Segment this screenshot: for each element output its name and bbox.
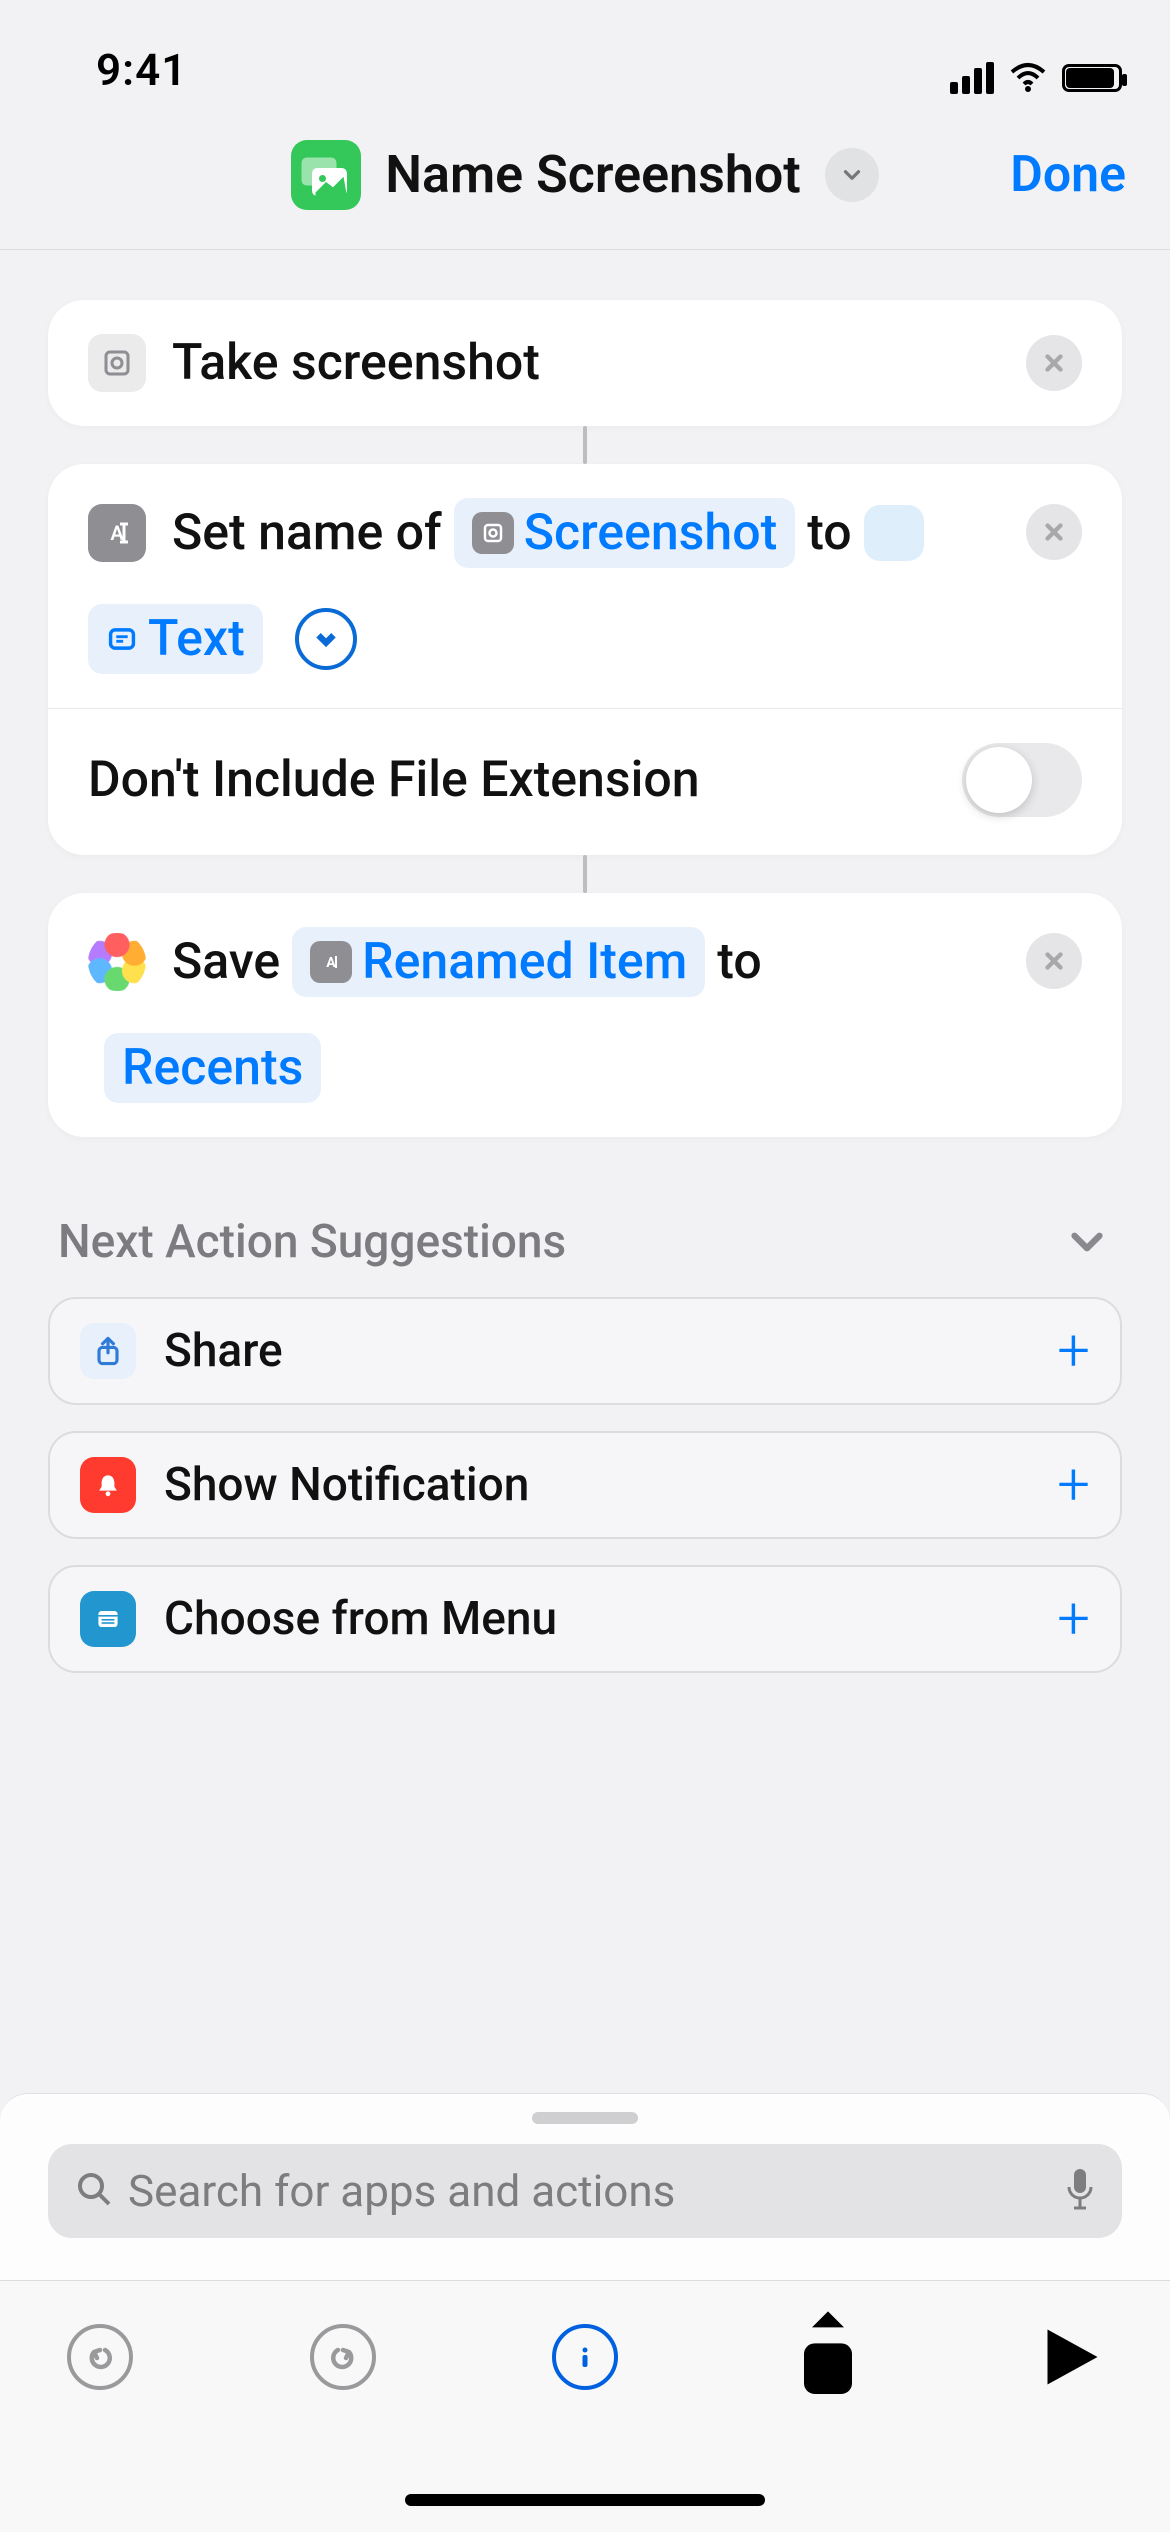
suggestion-label: Share bbox=[164, 1324, 283, 1378]
suggestions-header[interactable]: Next Action Suggestions bbox=[58, 1215, 1112, 1269]
rename-icon: A bbox=[310, 941, 352, 983]
status-bar: 9:41 bbox=[0, 0, 1170, 100]
text-variable-token[interactable]: Text bbox=[88, 604, 263, 674]
action-2-mid: to bbox=[807, 504, 851, 562]
token-2-text: Recents bbox=[122, 1039, 303, 1097]
search-field[interactable]: Search for apps and actions bbox=[48, 2144, 1122, 2238]
home-indicator[interactable] bbox=[405, 2494, 765, 2506]
action-3-mid: to bbox=[717, 933, 761, 991]
token-2-text: Text bbox=[148, 610, 245, 668]
screenshot-icon bbox=[472, 512, 514, 554]
album-token[interactable]: Recents bbox=[104, 1033, 321, 1103]
delete-action-button[interactable] bbox=[1026, 933, 1082, 989]
add-suggestion-button[interactable]: + bbox=[1057, 1605, 1090, 1634]
drag-handle[interactable] bbox=[532, 2112, 638, 2124]
suggestion-show-notification[interactable]: Show Notification + bbox=[48, 1431, 1122, 1539]
action-1-label: Take screenshot bbox=[172, 334, 540, 392]
cellular-icon bbox=[950, 62, 994, 94]
action-2-prefix: Set name of bbox=[172, 504, 442, 562]
token-1-text: Renamed Item bbox=[362, 933, 687, 991]
redo-button[interactable] bbox=[303, 2317, 383, 2397]
suggestion-share[interactable]: Share + bbox=[48, 1297, 1122, 1405]
add-suggestion-button[interactable]: + bbox=[1057, 1337, 1090, 1366]
status-icons bbox=[950, 56, 1122, 100]
photos-app-icon bbox=[88, 933, 146, 991]
search-placeholder: Search for apps and actions bbox=[128, 2165, 1050, 2217]
add-suggestion-button[interactable]: + bbox=[1057, 1471, 1090, 1500]
suggestion-label: Show Notification bbox=[164, 1458, 529, 1512]
rename-icon: A bbox=[88, 504, 146, 562]
share-button[interactable] bbox=[788, 2317, 868, 2397]
option-file-extension: Don't Include File Extension bbox=[48, 709, 1122, 855]
info-button[interactable] bbox=[545, 2317, 625, 2397]
name-value-field[interactable] bbox=[864, 505, 924, 561]
token-1-text: Screenshot bbox=[524, 504, 778, 562]
expand-options-button[interactable] bbox=[295, 608, 357, 670]
action-set-name[interactable]: A Set name of Screenshot to Text bbox=[48, 464, 1122, 855]
bell-icon bbox=[80, 1457, 136, 1513]
search-panel[interactable]: Search for apps and actions bbox=[0, 2093, 1170, 2280]
connector-line bbox=[583, 855, 587, 893]
suggestions-title: Next Action Suggestions bbox=[58, 1215, 566, 1269]
connector-line bbox=[583, 426, 587, 464]
action-save-to-photos[interactable]: Save A Renamed Item to Recents bbox=[48, 893, 1122, 1137]
header-title-group[interactable]: Name Screenshot bbox=[291, 140, 879, 210]
shortcut-title: Name Screenshot bbox=[385, 144, 801, 205]
action-3-prefix: Save bbox=[172, 933, 280, 991]
clock: 9:41 bbox=[96, 44, 187, 96]
action-take-screenshot[interactable]: Take screenshot bbox=[48, 300, 1122, 426]
input-variable-token[interactable]: Screenshot bbox=[454, 498, 796, 568]
suggestion-label: Choose from Menu bbox=[164, 1592, 557, 1646]
undo-button[interactable] bbox=[60, 2317, 140, 2397]
svg-text:A: A bbox=[326, 955, 336, 971]
delete-action-button[interactable] bbox=[1026, 504, 1082, 560]
suggestion-choose-from-menu[interactable]: Choose from Menu + bbox=[48, 1565, 1122, 1673]
chevron-down-icon bbox=[1062, 1217, 1112, 1267]
wifi-icon bbox=[1008, 56, 1048, 100]
run-button[interactable] bbox=[1030, 2317, 1110, 2397]
delete-action-button[interactable] bbox=[1026, 335, 1082, 391]
file-extension-toggle[interactable] bbox=[962, 743, 1082, 817]
battery-icon bbox=[1062, 64, 1122, 92]
screenshot-icon bbox=[88, 334, 146, 392]
done-button[interactable]: Done bbox=[1010, 146, 1126, 204]
menu-icon bbox=[80, 1591, 136, 1647]
dictate-button[interactable] bbox=[1064, 2167, 1096, 2215]
option-label: Don't Include File Extension bbox=[88, 751, 700, 809]
shortcut-menu-button[interactable] bbox=[825, 148, 879, 202]
header: Name Screenshot Done bbox=[0, 100, 1170, 250]
shortcut-app-icon bbox=[291, 140, 361, 210]
search-icon bbox=[74, 2169, 114, 2213]
input-variable-token[interactable]: A Renamed Item bbox=[292, 927, 705, 997]
share-icon bbox=[80, 1323, 136, 1379]
